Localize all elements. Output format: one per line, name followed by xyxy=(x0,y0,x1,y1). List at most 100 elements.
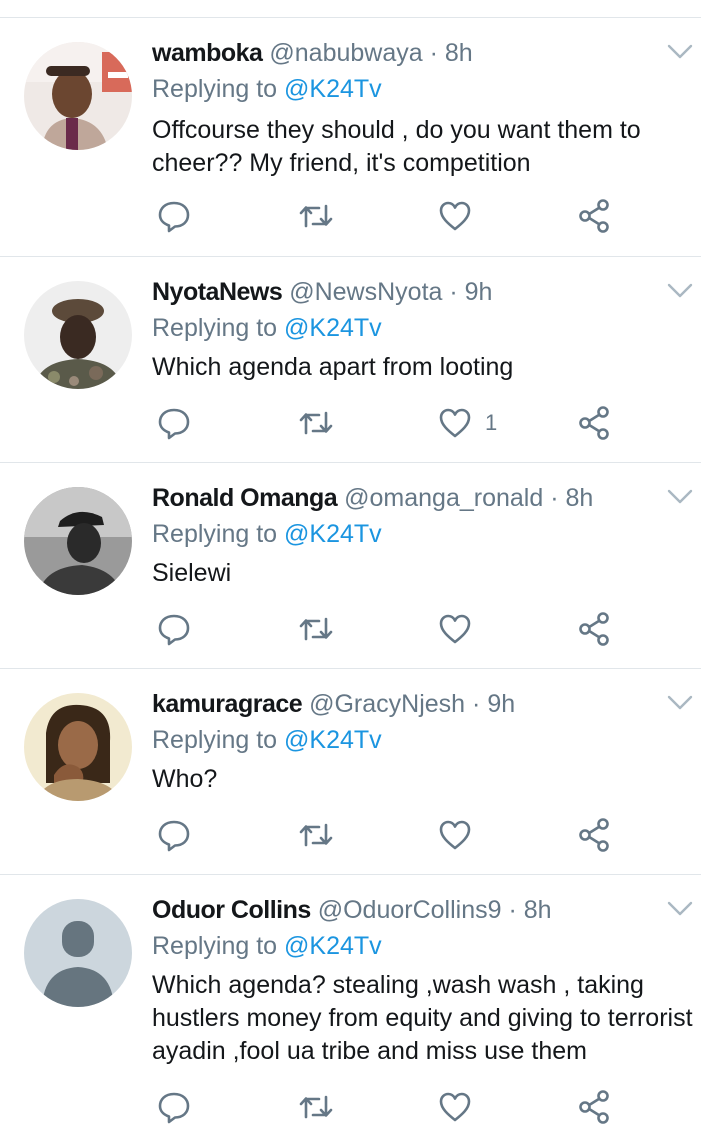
chevron-down-icon[interactable] xyxy=(666,487,694,507)
replying-to: Replying to @K24Tv xyxy=(152,311,382,345)
like-button[interactable]: 1 xyxy=(437,401,497,445)
mention-link[interactable]: @K24Tv xyxy=(284,314,382,342)
retweet-button[interactable] xyxy=(296,813,336,857)
avatar[interactable] xyxy=(24,42,132,150)
reply-icon xyxy=(158,614,190,646)
reply-button[interactable] xyxy=(156,401,192,445)
heart-icon xyxy=(439,614,471,644)
replying-label: Replying to xyxy=(152,932,285,960)
chevron-down-icon[interactable] xyxy=(666,42,694,62)
replying-label: Replying to xyxy=(152,314,285,342)
timestamp[interactable]: · 8h xyxy=(550,484,593,512)
mention-link[interactable]: @K24Tv xyxy=(284,520,382,548)
share-button[interactable] xyxy=(577,813,611,857)
reply-button[interactable] xyxy=(156,194,192,238)
tweet-text: Which agenda apart from looting xyxy=(152,353,514,381)
like-count: 1 xyxy=(485,410,498,435)
share-icon xyxy=(579,1090,609,1124)
share-button[interactable] xyxy=(577,607,611,651)
like-button[interactable] xyxy=(437,607,485,651)
chevron-down-icon[interactable] xyxy=(666,693,694,713)
avatar[interactable] xyxy=(24,899,132,1007)
replying-label: Replying to xyxy=(152,75,285,103)
share-icon xyxy=(579,406,609,440)
retweet-icon xyxy=(299,204,333,228)
tweet-header: kamuragrace @GracyNjesh · 9h xyxy=(152,687,515,721)
user-handle[interactable]: @omanga_ronald xyxy=(344,484,543,512)
heart-icon xyxy=(439,820,471,850)
replying-label: Replying to xyxy=(152,726,285,754)
heart-icon xyxy=(439,408,471,438)
tweet-header: Ronald Omanga @omanga_ronald · 8h xyxy=(152,481,593,515)
tweet[interactable]: Oduor Collins @OduorCollins9 · 8h Replyi… xyxy=(0,875,701,1132)
reply-icon xyxy=(158,1092,190,1124)
display-name[interactable]: Oduor Collins xyxy=(152,896,311,924)
tweet-header: Oduor Collins @OduorCollins9 · 8h xyxy=(152,893,552,927)
retweet-icon xyxy=(299,411,333,435)
timestamp[interactable]: · 9h xyxy=(449,278,492,306)
share-icon xyxy=(579,612,609,646)
tweet[interactable]: NyotaNews @NewsNyota · 9h Replying to @K… xyxy=(0,257,701,463)
retweet-button[interactable] xyxy=(296,1085,336,1129)
heart-icon xyxy=(439,201,471,231)
reply-icon xyxy=(158,408,190,440)
tweet-text: Offcourse they should , do you want them… xyxy=(152,116,641,177)
mention-link[interactable]: @K24Tv xyxy=(284,75,382,103)
tweet-text: Sielewi xyxy=(152,559,232,587)
mention-link[interactable]: @K24Tv xyxy=(284,932,382,960)
tweet-text: Who? xyxy=(152,765,218,793)
tweet-actions: 1 xyxy=(152,401,622,445)
tweet-actions xyxy=(152,813,622,857)
reply-icon xyxy=(158,820,190,852)
timestamp[interactable]: · 9h xyxy=(472,690,515,718)
avatar[interactable] xyxy=(24,487,132,595)
user-handle[interactable]: @nabubwaya xyxy=(269,39,422,67)
retweet-button[interactable] xyxy=(296,607,336,651)
timestamp[interactable]: · 8h xyxy=(508,896,551,924)
tweet-header: NyotaNews @NewsNyota · 9h xyxy=(152,275,492,309)
tweet-actions xyxy=(152,194,622,238)
timestamp[interactable]: · 8h xyxy=(430,39,473,67)
tweet[interactable]: wamboka @nabubwaya · 8h Replying to @K24… xyxy=(0,18,701,257)
share-icon xyxy=(579,199,609,233)
display-name[interactable]: NyotaNews xyxy=(152,278,283,306)
share-button[interactable] xyxy=(577,194,611,238)
chevron-down-icon[interactable] xyxy=(666,281,694,301)
user-handle[interactable]: @OduorCollins9 xyxy=(318,896,502,924)
reply-button[interactable] xyxy=(156,1085,192,1129)
retweet-button[interactable] xyxy=(296,401,336,445)
replying-to: Replying to @K24Tv xyxy=(152,929,382,963)
tweet-text: Which agenda? stealing ,wash wash , taki… xyxy=(152,971,693,1065)
chevron-down-icon[interactable] xyxy=(666,899,694,919)
reply-icon xyxy=(158,201,190,233)
user-handle[interactable]: @GracyNjesh xyxy=(309,690,465,718)
like-button[interactable] xyxy=(437,1085,485,1129)
display-name[interactable]: wamboka xyxy=(152,39,263,67)
reply-button[interactable] xyxy=(156,607,192,651)
tweet[interactable]: Ronald Omanga @omanga_ronald · 8h Replyi… xyxy=(0,463,701,669)
tweet-actions xyxy=(152,607,622,651)
avatar[interactable] xyxy=(24,281,132,389)
share-button[interactable] xyxy=(577,1085,611,1129)
replying-to: Replying to @K24Tv xyxy=(152,517,382,551)
mention-link[interactable]: @K24Tv xyxy=(284,726,382,754)
share-icon xyxy=(579,818,609,852)
display-name[interactable]: kamuragrace xyxy=(152,690,303,718)
retweet-icon xyxy=(299,617,333,641)
tweet-actions xyxy=(152,1085,622,1129)
replying-to: Replying to @K24Tv xyxy=(152,72,382,106)
replying-label: Replying to xyxy=(152,520,285,548)
share-button[interactable] xyxy=(577,401,611,445)
reply-button[interactable] xyxy=(156,813,192,857)
display-name[interactable]: Ronald Omanga xyxy=(152,484,338,512)
user-handle[interactable]: @NewsNyota xyxy=(289,278,442,306)
like-button[interactable] xyxy=(437,194,485,238)
tweet[interactable]: kamuragrace @GracyNjesh · 9h Replying to… xyxy=(0,669,701,875)
avatar[interactable] xyxy=(24,693,132,801)
retweet-icon xyxy=(299,1095,333,1119)
like-button[interactable] xyxy=(437,813,485,857)
replying-to: Replying to @K24Tv xyxy=(152,723,382,757)
retweet-icon xyxy=(299,823,333,847)
heart-icon xyxy=(439,1092,471,1122)
retweet-button[interactable] xyxy=(296,194,336,238)
